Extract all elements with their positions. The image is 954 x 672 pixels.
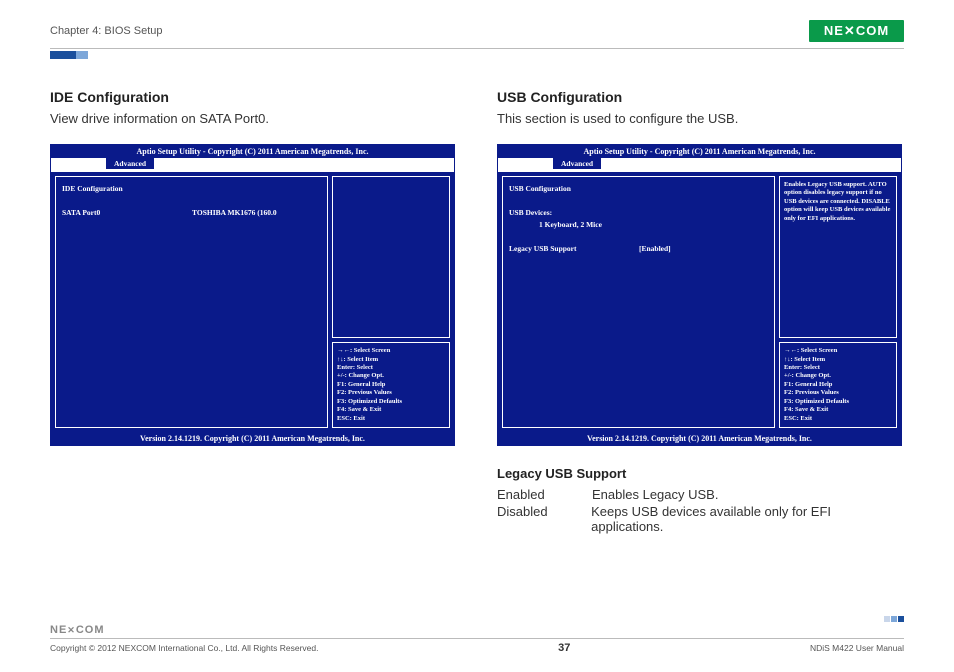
- bios-main-pane: IDE Configuration SATA Port0 TOSHIBA MK1…: [55, 176, 328, 428]
- usb-devices-value: 1 Keyboard, 2 Mice: [509, 219, 768, 231]
- bios-section-heading: USB Configuration: [509, 183, 768, 195]
- page-header: Chapter 4: BIOS Setup NE✕COM: [50, 20, 904, 48]
- legacy-usb-value: [Enabled]: [639, 243, 671, 255]
- header-rule: [50, 48, 904, 49]
- right-column: USB Configuration This section is used t…: [497, 89, 904, 536]
- legacy-usb-label: Legacy USB Support: [509, 243, 639, 255]
- bios-key-help: →←: Select Screen ↑↓: Select Item Enter:…: [779, 342, 897, 428]
- def-desc: Keeps USB devices available only for EFI…: [591, 504, 904, 534]
- bios-panel-usb: Aptio Setup Utility - Copyright (C) 2011…: [497, 144, 902, 446]
- sata-port-label: SATA Port0: [62, 207, 192, 219]
- page-footer: NE✕COM Copyright © 2012 NEXCOM Internati…: [50, 624, 904, 654]
- bios-tabs: Advanced: [498, 158, 901, 172]
- legacy-usb-subtitle: Legacy USB Support: [497, 466, 904, 481]
- bios-help-pane: [332, 176, 450, 338]
- accent-blocks: [50, 51, 904, 59]
- bios-tab-advanced[interactable]: Advanced: [553, 158, 601, 169]
- bios-section-heading: IDE Configuration: [62, 183, 321, 195]
- ide-config-desc: View drive information on SATA Port0.: [50, 111, 457, 126]
- footer-logo-text: NE✕COM: [50, 624, 904, 636]
- bios-tabs: Advanced: [51, 158, 454, 172]
- logo-text: NE✕COM: [824, 23, 889, 39]
- sata-port-value: TOSHIBA MK1676 (160.0: [192, 207, 277, 219]
- content-columns: IDE Configuration View drive information…: [50, 89, 904, 536]
- ide-config-title: IDE Configuration: [50, 89, 457, 105]
- bios-titlebar: Aptio Setup Utility - Copyright (C) 2011…: [498, 145, 901, 158]
- bios-key-help: →←: Select Screen ↑↓: Select Item Enter:…: [332, 342, 450, 428]
- footer-manual-name: NDiS M422 User Manual: [810, 643, 904, 653]
- usb-config-title: USB Configuration: [497, 89, 904, 105]
- bios-setting-row[interactable]: SATA Port0 TOSHIBA MK1676 (160.0: [62, 207, 321, 219]
- bios-help-pane: Enables Legacy USB support. AUTO option …: [779, 176, 897, 338]
- footer-rule: [50, 638, 904, 639]
- def-term: Enabled: [497, 487, 592, 502]
- chapter-label: Chapter 4: BIOS Setup: [50, 25, 163, 37]
- usb-config-desc: This section is used to configure the US…: [497, 111, 904, 126]
- bios-tab-advanced[interactable]: Advanced: [106, 158, 154, 169]
- bios-main-pane: USB Configuration USB Devices: 1 Keyboar…: [502, 176, 775, 428]
- left-column: IDE Configuration View drive information…: [50, 89, 457, 536]
- brand-logo: NE✕COM: [809, 20, 904, 42]
- definition-row: Enabled Enables Legacy USB.: [497, 487, 904, 502]
- bios-version-footer: Version 2.14.1219. Copyright (C) 2011 Am…: [498, 432, 901, 445]
- page-number: 37: [558, 642, 570, 654]
- bios-setting-row[interactable]: Legacy USB Support [Enabled]: [509, 243, 768, 255]
- bios-version-footer: Version 2.14.1219. Copyright (C) 2011 Am…: [51, 432, 454, 445]
- definition-row: Disabled Keeps USB devices available onl…: [497, 504, 904, 534]
- bios-titlebar: Aptio Setup Utility - Copyright (C) 2011…: [51, 145, 454, 158]
- bios-panel-ide: Aptio Setup Utility - Copyright (C) 2011…: [50, 144, 455, 446]
- def-term: Disabled: [497, 504, 591, 534]
- footer-copyright: Copyright © 2012 NEXCOM International Co…: [50, 643, 318, 653]
- def-desc: Enables Legacy USB.: [592, 487, 718, 502]
- usb-devices-label: USB Devices:: [509, 207, 768, 219]
- footer-accent-blocks: [884, 616, 904, 622]
